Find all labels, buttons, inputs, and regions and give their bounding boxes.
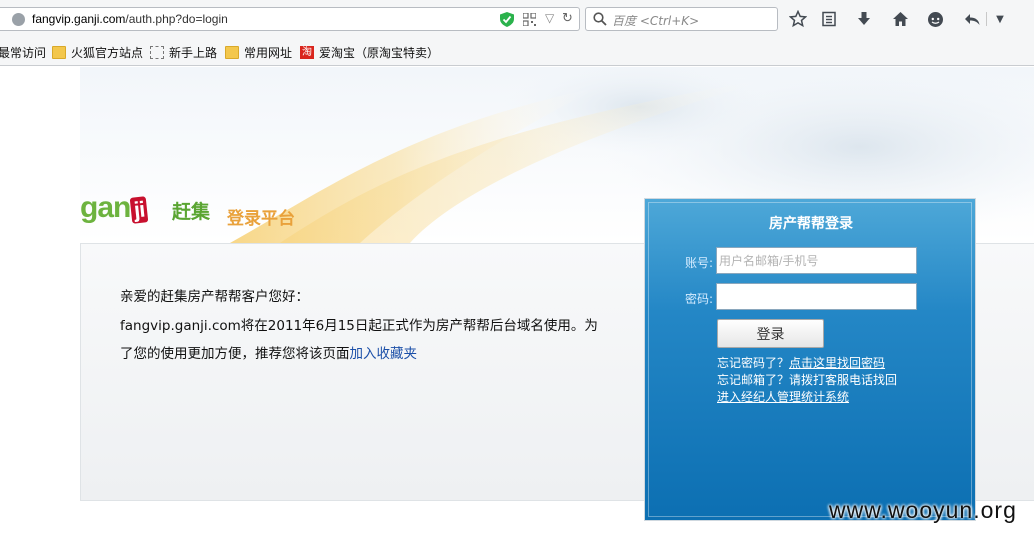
login-platform-title: 登录平台 xyxy=(227,209,295,229)
greeting-text: 亲爱的赶集房产帮帮客户您好： xyxy=(120,289,309,305)
browser-toolbar: fangvip.ganji.com/auth.php?do=login ▽ ↻ … xyxy=(0,0,1034,38)
page-content: gan ji 赶集 登录平台 亲爱的赶集房产帮帮客户您好： fangvip.gan… xyxy=(0,67,1034,541)
login-button[interactable]: 登录 xyxy=(717,319,824,348)
download-icon[interactable] xyxy=(854,9,874,29)
reload-icon[interactable]: ↻ xyxy=(562,11,573,26)
search-placeholder: 百度 <Ctrl+K> xyxy=(612,14,700,28)
search-bar[interactable]: 百度 <Ctrl+K> xyxy=(585,7,778,31)
history-dropdown-icon[interactable]: ▽ xyxy=(545,11,554,25)
ganji-logo: gan ji xyxy=(80,191,149,225)
agent-system-link[interactable]: 进入经纪人管理统计系统 xyxy=(717,390,849,404)
folder-icon xyxy=(225,46,239,59)
account-input[interactable] xyxy=(716,247,917,274)
address-url[interactable]: fangvip.ganji.com/auth.php?do=login xyxy=(32,12,228,26)
notice-line-1: fangvip.ganji.com将在2011年6月15日起正式作为房产帮帮后台… xyxy=(120,318,598,334)
account-label: 账号: xyxy=(685,256,714,270)
shield-icon[interactable] xyxy=(500,12,514,27)
search-icon xyxy=(593,12,607,26)
login-panel: 房产帮帮登录 账号: 密码: 登录 忘记密码了？点击这里找回密码 忘记邮箱了？请… xyxy=(644,198,976,521)
bookmark-most-visited[interactable]: 最常访问 xyxy=(0,44,46,61)
password-input[interactable] xyxy=(716,283,917,310)
globe-icon xyxy=(12,13,25,26)
login-title: 房产帮帮登录 xyxy=(769,216,853,232)
menu-dropdown-icon[interactable]: ▼ xyxy=(990,9,1010,29)
bookmark-firefox-site[interactable]: 火狐官方站点 xyxy=(52,44,143,61)
forgot-password-row: 忘记密码了？点击这里找回密码 xyxy=(717,356,886,370)
forgot-email-text: 忘记邮箱了？请拨打客服电话找回 xyxy=(717,373,898,387)
toolbar-separator xyxy=(986,12,987,26)
recover-password-link[interactable]: 点击这里找回密码 xyxy=(789,356,885,370)
home-icon[interactable] xyxy=(890,9,910,29)
chat-icon[interactable] xyxy=(925,9,945,29)
add-to-favorites-link[interactable]: 加入收藏夹 xyxy=(350,346,418,362)
bookmark-getting-started[interactable]: 新手上路 xyxy=(150,44,217,61)
qr-code-icon[interactable] xyxy=(523,13,536,26)
taobao-icon: 淘 xyxy=(300,46,314,59)
bookmark-ai-taobao[interactable]: 淘爱淘宝（原淘宝特卖） xyxy=(300,44,439,61)
address-bar[interactable]: fangvip.ganji.com/auth.php?do=login ▽ ↻ xyxy=(0,7,580,31)
notice-line-2: 了您的使用更加方便，推荐您将该页面加入收藏夹 xyxy=(120,346,418,362)
agent-system-row: 进入经纪人管理统计系统 xyxy=(717,388,849,405)
ganji-logo-chinese: 赶集 xyxy=(172,201,211,223)
bookmark-star-icon[interactable] xyxy=(788,9,808,29)
wooyun-watermark: www.wooyun.org xyxy=(829,497,1017,523)
bookmarks-toolbar: 最常访问 火狐官方站点 新手上路 常用网址 淘爱淘宝（原淘宝特卖） xyxy=(0,38,1034,66)
page-icon xyxy=(150,46,164,59)
bookmark-common-sites[interactable]: 常用网址 xyxy=(225,44,292,61)
back-arrow-icon[interactable] xyxy=(962,9,982,29)
reading-list-icon[interactable] xyxy=(819,9,839,29)
folder-icon xyxy=(52,46,66,59)
password-label: 密码: xyxy=(685,292,714,306)
